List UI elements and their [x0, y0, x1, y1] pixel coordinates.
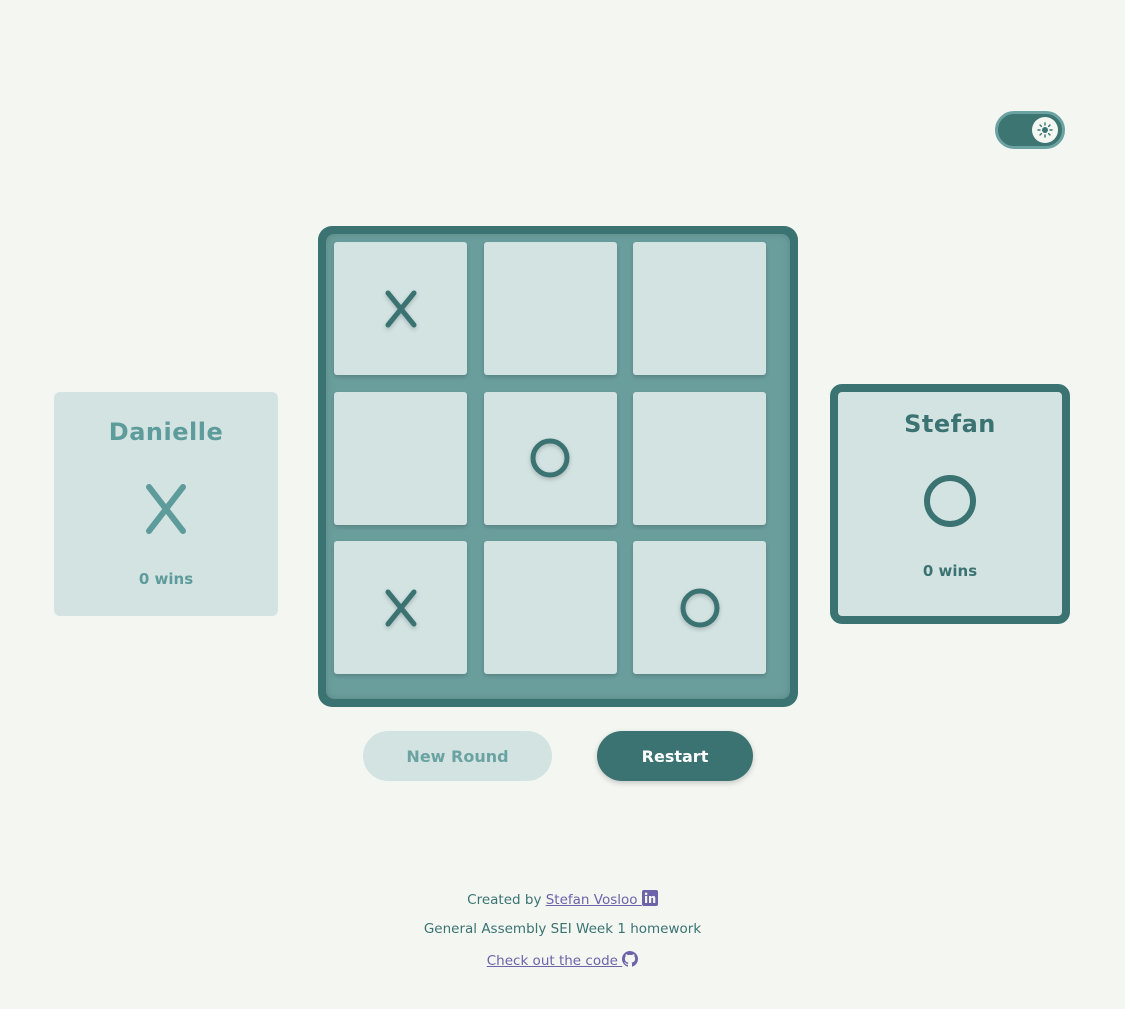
board-cell-3-3[interactable]: [633, 541, 766, 674]
footer-course: General Assembly SEI Week 1 homework: [423, 921, 702, 937]
board-grid: [326, 234, 790, 699]
author-name: Stefan Vosloo: [545, 892, 638, 908]
player-name: Stefan: [904, 410, 996, 438]
player-mark-o: [838, 456, 1062, 546]
player-wins: 0 wins: [138, 570, 194, 588]
code-link[interactable]: Check out the code: [486, 951, 639, 969]
github-icon: [622, 951, 639, 967]
board-cell-1-3[interactable]: [633, 242, 766, 375]
author-link[interactable]: Stefan Vosloo: [545, 890, 658, 908]
o-mark-icon: [924, 475, 976, 527]
footer-credit: Created by Stefan Vosloo: [0, 890, 1125, 908]
player-wins: 0 wins: [922, 562, 978, 580]
board-cell-3-1[interactable]: [334, 541, 467, 674]
board-cell-2-2[interactable]: [483, 391, 617, 525]
linkedin-icon: [641, 890, 658, 906]
created-by-label: Created by: [467, 892, 542, 908]
board-cell-1-1[interactable]: [334, 242, 467, 375]
new-round-button[interactable]: New Round: [363, 731, 552, 781]
theme-toggle[interactable]: [995, 111, 1065, 149]
sun-icon: [1037, 122, 1053, 138]
board-cell-3-2[interactable]: [483, 541, 617, 674]
player-card-o: Stefan 0 wins: [830, 384, 1070, 624]
board-cell-2-1[interactable]: [334, 391, 467, 525]
game-board: [318, 226, 798, 707]
board-cell-1-2[interactable]: [483, 242, 617, 375]
x-mark-icon: [385, 589, 416, 626]
o-mark-icon: [530, 438, 570, 478]
player-card-x: Danielle 0 wins: [54, 392, 278, 616]
player-name: Danielle: [108, 418, 224, 446]
x-mark-icon: [146, 484, 186, 534]
code-link-label: Check out the code: [486, 953, 618, 969]
o-mark-icon: [680, 588, 719, 627]
board-cell-2-3[interactable]: [633, 391, 766, 525]
x-mark-icon: [385, 290, 416, 327]
toggle-knob: [1032, 117, 1058, 143]
restart-button[interactable]: Restart: [597, 731, 753, 781]
footer-code: Check out the code: [0, 951, 1125, 969]
player-mark-x: [54, 464, 278, 554]
